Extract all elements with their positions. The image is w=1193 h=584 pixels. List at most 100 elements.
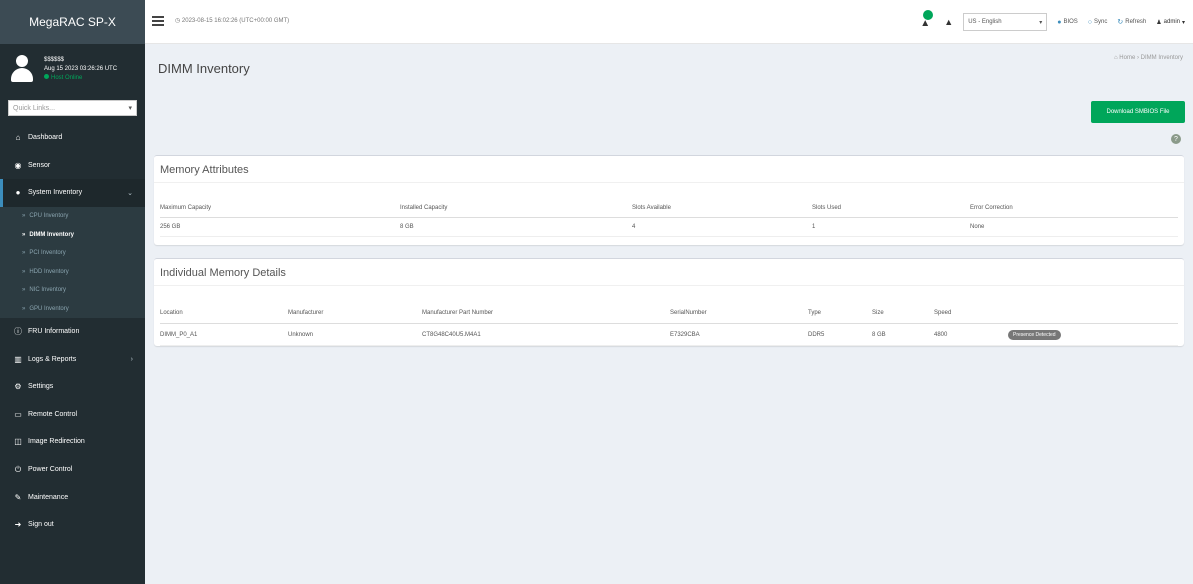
sidebar-subitem-pci-inventory[interactable]: » PCI Inventory [0, 244, 145, 263]
sidebar-menu: ⌂ Dashboard ◉ Sensor ● System Inventory ⌄ » C… [0, 124, 145, 539]
sidebar: MegaRAC SP-X $$$$$$ Aug 15 2023 03:26:26… [0, 0, 145, 584]
sidebar-item-system-inventory[interactable]: ● System Inventory ⌄ [0, 179, 145, 207]
memory-details-panel: Individual Memory Details Location Manuf… [154, 258, 1184, 346]
table-header-row: Maximum Capacity Installed Capacity Slot… [160, 199, 1178, 218]
value-error-correction: None [970, 224, 985, 230]
breadcrumb-current: DIMM Inventory [1140, 55, 1183, 61]
header-size: Size [872, 309, 884, 316]
header-serial-number: SerialNumber [670, 309, 707, 316]
table-row: 256 GB 8 GB 4 1 None [160, 218, 1178, 237]
sensor-icon: ◉ [14, 160, 22, 170]
breadcrumb: ⌂ Home › DIMM Inventory [1114, 55, 1183, 61]
user-icon: ♟ [1156, 19, 1162, 26]
dashboard-icon: ⌂ [15, 133, 21, 143]
sidebar-item-remote-control[interactable]: ▭ Remote Control [0, 401, 145, 429]
host-status: Host Online [44, 73, 117, 83]
top-bar: ◷ 2023-08-15 16:02:26 (UTC+00:00 GMT) ▲ … [145, 0, 1193, 44]
sidebar-subitem-nic-inventory[interactable]: » NIC Inventory [0, 281, 145, 300]
value-slots-available: 4 [632, 224, 636, 230]
signout-icon: ➜ [14, 520, 22, 530]
value-maximum-capacity: 256 GB [160, 224, 181, 230]
sidebar-item-dashboard[interactable]: ⌂ Dashboard [0, 124, 145, 152]
header-error-correction: Error Correction [970, 205, 1013, 211]
bell-icon: ▲ [920, 18, 931, 29]
header-slots-used: Slots Used [812, 205, 842, 211]
sidebar-item-sensor[interactable]: ◉ Sensor [0, 152, 145, 180]
memory-attributes-table: Maximum Capacity Installed Capacity Slot… [160, 199, 1178, 237]
circle-icon: » [22, 305, 26, 312]
cell-size: 8 GB [872, 331, 886, 338]
cell-serial-number: E7329CBA [670, 331, 700, 338]
gear-icon: ⚙ [14, 382, 22, 392]
wrench-icon: ✎ [14, 492, 22, 502]
sync-icon: ○ [1087, 18, 1093, 26]
circle-icon: » [22, 231, 26, 238]
datetime-display: ◷ 2023-08-15 16:02:26 (UTC+00:00 GMT) [175, 18, 290, 24]
notifications-button[interactable]: ▲ [920, 10, 934, 30]
header-type: Type [808, 309, 822, 316]
home-icon: ⌂ [1114, 55, 1118, 61]
table-header-row: Location Manufacturer Manufacturer Part … [160, 302, 1178, 324]
user-panel: $$$$$$ Aug 15 2023 03:26:26 UTC Host Onl… [0, 44, 145, 94]
chevron-down-icon: ⌄ [127, 189, 133, 197]
system-inventory-submenu: » CPU Inventory » DIMM Inventory » PCI Inve… [0, 206, 145, 318]
user-last-login: Aug 15 2023 03:26:26 UTC [44, 65, 118, 72]
language-select[interactable]: US - English ▾ [963, 13, 1048, 31]
inventory-icon: ● [15, 188, 21, 198]
admin-menu[interactable]: ♟ admin ▾ [1156, 19, 1185, 26]
chart-icon: ▥ [14, 354, 22, 364]
circle-icon: » [22, 213, 26, 220]
caret-down-icon: ▾ [1181, 19, 1185, 26]
sidebar-item-image-redirection[interactable]: ◫ Image Redirection [0, 428, 145, 456]
header-speed: Speed [934, 309, 952, 316]
monitor-icon: ▭ [14, 409, 22, 419]
bios-icon: ● [1057, 18, 1062, 26]
header-installed-capacity: Installed Capacity [400, 205, 448, 211]
refresh-icon: ↻ [1117, 19, 1124, 26]
sidebar-subitem-hdd-inventory[interactable]: » HDD Inventory [0, 262, 145, 281]
memory-attributes-panel: Memory Attributes Maximum Capacity Insta… [154, 155, 1184, 245]
sidebar-subitem-cpu-inventory[interactable]: » CPU Inventory [0, 207, 145, 226]
cell-manufacturer: Unknown [288, 331, 314, 338]
power-icon: ⏻ [14, 464, 22, 474]
brand-logo[interactable]: MegaRAC SP-X [0, 0, 145, 44]
sidebar-subitem-dimm-inventory[interactable]: » DIMM Inventory [0, 225, 145, 244]
download-smbios-button[interactable]: Download SMBIOS File [1091, 101, 1185, 123]
bios-button[interactable]: ● BIOS [1057, 19, 1078, 26]
quick-links-select[interactable]: Quick Links... ▾ [8, 100, 137, 116]
sidebar-item-logs-reports[interactable]: ▥ Logs & Reports › [0, 345, 145, 373]
sidebar-item-sign-out[interactable]: ➜ Sign out [0, 511, 145, 539]
warning-icon[interactable]: ▲ [944, 17, 953, 27]
caret-down-icon: ▾ [128, 105, 132, 112]
sidebar-subitem-gpu-inventory[interactable]: » GPU Inventory [0, 299, 145, 318]
sidebar-item-fru-information[interactable]: ⓘ FRU Information [0, 318, 145, 346]
header-location: Location [160, 309, 183, 316]
memory-attributes-title: Memory Attributes [154, 156, 1184, 183]
sidebar-item-power-control[interactable]: ⏻ Power Control [0, 456, 145, 484]
refresh-button[interactable]: ↻ Refresh [1117, 18, 1146, 26]
user-info: $$$$$$ Aug 15 2023 03:26:26 UTC Host Onl… [44, 56, 117, 83]
cell-type: DDR5 [808, 331, 825, 338]
sidebar-item-maintenance[interactable]: ✎ Maintenance [0, 483, 145, 511]
cell-location: DIMM_P0_A1 [160, 331, 198, 338]
header-part-number: Manufacturer Part Number [422, 309, 494, 316]
sidebar-item-settings[interactable]: ⚙ Settings [0, 373, 145, 401]
circle-icon: » [22, 250, 26, 257]
circle-icon: » [22, 268, 26, 275]
cell-part-number: CT8G48C40U5.M4A1 [422, 331, 481, 338]
header-maximum-capacity: Maximum Capacity [160, 205, 212, 211]
header-manufacturer: Manufacturer [288, 309, 324, 316]
info-icon: ⓘ [14, 327, 22, 337]
breadcrumb-home[interactable]: Home [1119, 55, 1135, 61]
caret-down-icon: ▾ [1039, 19, 1043, 26]
sync-button[interactable]: ○ Sync [1088, 19, 1108, 26]
value-slots-used: 1 [812, 224, 816, 230]
main-content: DIMM Inventory ⌂ Home › DIMM Inventory D… [145, 44, 1193, 584]
memory-details-title: Individual Memory Details [154, 259, 1184, 286]
hamburger-menu-icon[interactable] [152, 16, 164, 26]
user-name: $$$$$$ [44, 56, 65, 63]
status-badge: Presence Detected [1008, 329, 1061, 340]
clock-icon: ◷ [175, 18, 181, 24]
help-icon[interactable]: ? [1171, 134, 1181, 144]
page-title: DIMM Inventory [158, 61, 250, 76]
